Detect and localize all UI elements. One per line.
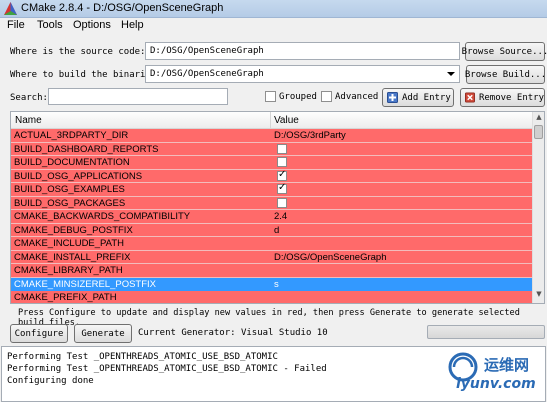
row-value-checkbox[interactable] (277, 169, 287, 181)
table-row[interactable]: CMAKE_DEBUG_POSTFIX d (11, 223, 533, 237)
table-row[interactable]: CMAKE_LIBRARY_PATH (11, 264, 533, 278)
table-header: Name Value (11, 112, 533, 129)
table-row[interactable]: CMAKE_BACKWARDS_COMPATIBILITY 2.4 (11, 210, 533, 224)
advanced-label: Advanced (335, 92, 379, 102)
scroll-down-icon[interactable]: ▼ (533, 290, 544, 302)
source-label: Where is the source code: (10, 47, 146, 57)
row-value[interactable]: 2.4 (274, 211, 287, 222)
search-label: Search: (10, 93, 48, 103)
row-name: BUILD_DASHBOARD_REPORTS (14, 143, 159, 155)
plus-icon (387, 92, 398, 103)
watermark: 运维网 iyunv.com (430, 350, 547, 402)
add-entry-button[interactable]: Add Entry (382, 88, 454, 107)
table-row[interactable]: BUILD_DOCUMENTATION (11, 156, 533, 170)
table-row[interactable]: CMAKE_MINSIZEREL_POSTFIX s (11, 277, 533, 291)
configure-button[interactable]: Configure (10, 324, 68, 343)
table-row[interactable]: BUILD_OSG_EXAMPLES (11, 182, 533, 197)
output-line: Performing Test _OPENTHREADS_ATOMIC_USE_… (7, 364, 327, 374)
row-value[interactable]: D:/OSG/OpenSceneGraph (274, 252, 386, 263)
row-name: CMAKE_PREFIX_PATH (14, 292, 117, 303)
current-generator-label: Current Generator: Visual Studio 10 (138, 328, 328, 338)
cache-table: Name Value ACTUAL_3RDPARTY_DIR D:/OSG/3rd… (10, 111, 545, 304)
row-name: CMAKE_BACKWARDS_COMPATIBILITY (14, 211, 191, 222)
build-path-value: D:/OSG/OpenSceneGraph (150, 69, 264, 79)
progress-bar (427, 325, 545, 339)
table-row[interactable]: BUILD_DASHBOARD_REPORTS (11, 142, 533, 156)
build-path-combo[interactable]: D:/OSG/OpenSceneGraph (145, 65, 460, 83)
table-rows: ACTUAL_3RDPARTY_DIR D:/OSG/3rdParty BUILD_… (11, 129, 533, 303)
row-name: CMAKE_INCLUDE_PATH (14, 238, 124, 249)
add-entry-label: Add Entry (402, 92, 451, 103)
generate-button[interactable]: Generate (74, 324, 132, 343)
remove-entry-button[interactable]: Remove Entry (460, 88, 545, 107)
watermark-bottom-text: iyunv.com (456, 376, 536, 392)
source-path-value: D:/OSG/OpenSceneGraph (150, 46, 264, 56)
table-row[interactable]: CMAKE_INCLUDE_PATH (11, 237, 533, 251)
generate-label: Generate (81, 328, 125, 339)
row-name: BUILD_OSG_APPLICATIONS (14, 170, 143, 182)
watermark-top-text: 运维网 (484, 356, 530, 374)
column-header-name[interactable]: Name (15, 115, 42, 126)
row-name: BUILD_DOCUMENTATION (14, 157, 130, 168)
table-row[interactable]: CMAKE_PREFIX_PATH (11, 291, 533, 303)
output-line: Configuring done (7, 376, 94, 386)
table-row[interactable]: CMAKE_INSTALL_PREFIX D:/OSG/OpenSceneGrap… (11, 250, 533, 264)
grouped-label: Grouped (279, 92, 317, 102)
menu-help[interactable]: Help (121, 19, 144, 31)
table-row[interactable]: BUILD_OSG_APPLICATIONS (11, 169, 533, 183)
cmake-window: CMake 2.8.4 - D:/OSG/OpenSceneGraph File… (0, 0, 547, 402)
browse-source-button[interactable]: Browse Source... (461, 42, 547, 61)
column-header-value[interactable]: Value (274, 115, 299, 126)
row-name: CMAKE_LIBRARY_PATH (14, 265, 123, 276)
search-input[interactable] (48, 88, 228, 105)
scroll-up-icon[interactable]: ▲ (533, 113, 544, 125)
row-value[interactable]: s (274, 279, 279, 290)
title-bar: CMake 2.8.4 - D:/OSG/OpenSceneGraph (0, 0, 547, 18)
output-line: Performing Test _OPENTHREADS_ATOMIC_USE_… (7, 352, 278, 362)
window-title: CMake 2.8.4 - D:/OSG/OpenSceneGraph (21, 2, 224, 14)
menu-tools[interactable]: Tools (37, 19, 63, 31)
table-scrollbar[interactable]: ▲ ▼ (532, 112, 544, 303)
row-name: ACTUAL_3RDPARTY_DIR (14, 130, 129, 141)
browse-build-button[interactable]: Browse Build... (464, 65, 547, 84)
table-row[interactable]: ACTUAL_3RDPARTY_DIR D:/OSG/3rdParty (11, 129, 533, 143)
chevron-down-icon[interactable] (447, 72, 455, 76)
configure-label: Configure (14, 328, 64, 339)
source-path-field[interactable]: D:/OSG/OpenSceneGraph (145, 42, 460, 60)
cmake-logo-icon (4, 2, 17, 15)
remove-entry-label: Remove Entry (478, 92, 544, 103)
menu-bar: File Tools Options Help (0, 18, 547, 35)
browse-build-label: Browse Build... (464, 69, 547, 80)
row-name: CMAKE_DEBUG_POSTFIX (14, 224, 133, 236)
row-name: BUILD_OSG_EXAMPLES (14, 184, 125, 195)
column-divider[interactable] (270, 112, 271, 129)
row-name: BUILD_OSG_PACKAGES (14, 197, 126, 209)
row-value-checkbox[interactable] (277, 182, 287, 194)
advanced-checkbox[interactable] (321, 91, 332, 102)
grouped-checkbox[interactable] (265, 91, 276, 102)
build-label: Where to build the binaries: (10, 70, 162, 80)
menu-file[interactable]: File (7, 19, 25, 31)
scroll-thumb[interactable] (534, 125, 543, 139)
menu-options[interactable]: Options (73, 19, 111, 31)
row-name: CMAKE_INSTALL_PREFIX (14, 251, 131, 263)
row-name: CMAKE_MINSIZEREL_POSTFIX (14, 278, 157, 290)
remove-icon (465, 92, 475, 103)
row-value-checkbox[interactable] (277, 157, 287, 167)
row-value-checkbox[interactable] (277, 197, 287, 208)
row-value[interactable]: d (274, 225, 279, 236)
row-value[interactable]: D:/OSG/3rdParty (274, 130, 346, 141)
browse-source-label: Browse Source... (461, 46, 547, 57)
table-row[interactable]: BUILD_OSG_PACKAGES (11, 196, 533, 210)
row-value-checkbox[interactable] (277, 143, 287, 154)
